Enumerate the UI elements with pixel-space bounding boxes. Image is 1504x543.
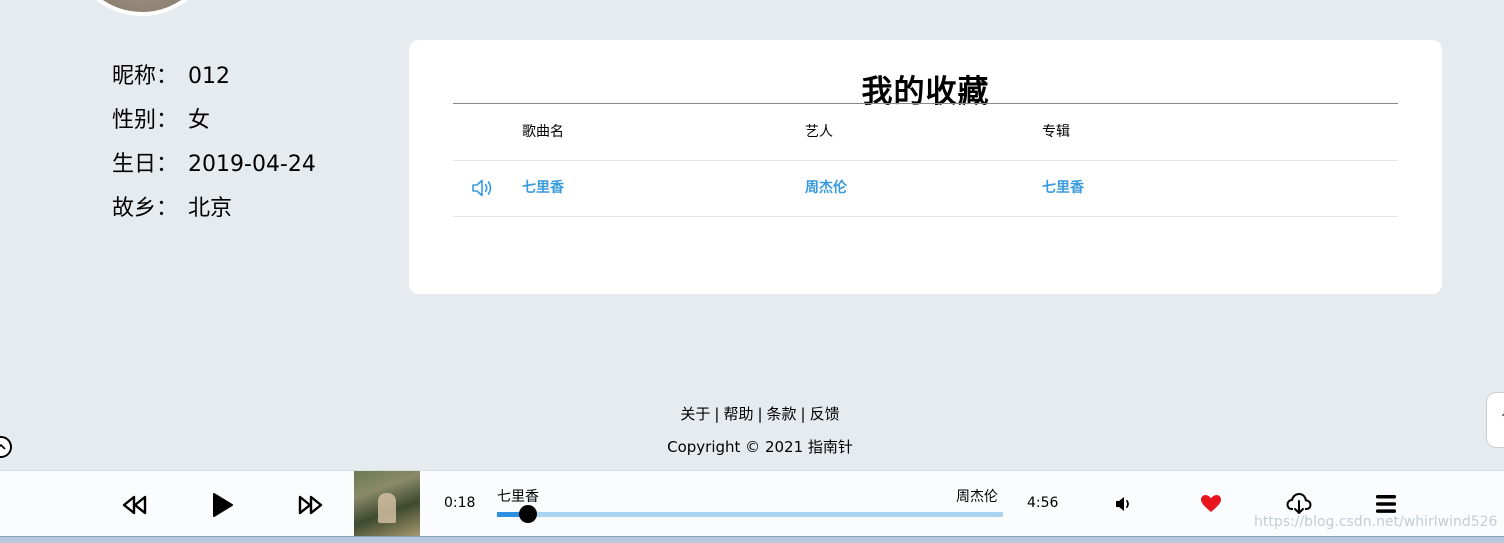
gender-value: 女 bbox=[188, 108, 211, 133]
footer-links: 关于 | 帮助 | 条款 | 反馈 bbox=[0, 404, 1504, 424]
birthday-label: 生日： bbox=[112, 152, 179, 177]
nickname-row: 昵称： 012 bbox=[112, 62, 316, 106]
back-to-top-tab[interactable]: ↑ bbox=[1486, 392, 1504, 448]
footer-separator: | bbox=[714, 405, 720, 423]
watermark: https://blog.csdn.net/whirlwind526 bbox=[1254, 514, 1498, 530]
song-name-link[interactable]: 七里香 bbox=[522, 161, 564, 215]
progress-bar[interactable] bbox=[497, 505, 1003, 523]
footer-link-help[interactable]: 帮助 bbox=[723, 405, 753, 423]
hometown-value: 北京 bbox=[188, 196, 233, 221]
fast-forward-icon[interactable] bbox=[295, 491, 325, 519]
profile-info: 昵称： 012 性别： 女 生日： 2019-04-24 故乡： 北京 bbox=[112, 62, 316, 238]
album-cover[interactable] bbox=[354, 471, 420, 537]
gender-row: 性别： 女 bbox=[112, 106, 316, 150]
play-icon[interactable] bbox=[208, 491, 238, 519]
footer-separator: | bbox=[757, 405, 763, 423]
birthday-value: 2019-04-24 bbox=[188, 152, 316, 177]
album-link[interactable]: 七里香 bbox=[1042, 161, 1084, 215]
heart-icon[interactable] bbox=[1200, 494, 1222, 518]
column-song: 歌曲名 bbox=[522, 124, 564, 140]
nickname-label: 昵称： bbox=[112, 64, 179, 89]
volume-icon[interactable] bbox=[1114, 495, 1134, 517]
track-artist: 周杰伦 bbox=[956, 489, 998, 505]
nickname-value: 012 bbox=[188, 64, 231, 89]
arrow-up-icon: ↑ bbox=[1499, 411, 1504, 427]
speaker-icon[interactable] bbox=[471, 178, 495, 198]
copyright: Copyright © 2021 指南针 bbox=[667, 438, 853, 456]
progress-handle[interactable] bbox=[518, 505, 537, 523]
track-title: 七里香 bbox=[497, 489, 539, 505]
hometown-row: 故乡： 北京 bbox=[112, 194, 316, 238]
artist-link[interactable]: 周杰伦 bbox=[805, 161, 847, 215]
duration: 4:56 bbox=[1027, 495, 1059, 511]
column-artist: 艺人 bbox=[805, 124, 833, 140]
column-album: 专辑 bbox=[1042, 124, 1070, 140]
favorites-card: 我的收藏 歌曲名 艺人 专辑 七里香 周杰伦 七里香 bbox=[409, 40, 1442, 294]
rewind-icon[interactable] bbox=[120, 491, 150, 519]
footer-link-about[interactable]: 关于 bbox=[680, 405, 710, 423]
table-row[interactable]: 七里香 周杰伦 七里香 bbox=[453, 161, 1398, 217]
hometown-label: 故乡： bbox=[112, 196, 179, 221]
favorites-table-header: 歌曲名 艺人 专辑 bbox=[453, 104, 1398, 161]
footer-link-terms[interactable]: 条款 bbox=[767, 405, 797, 423]
footer-separator: | bbox=[800, 405, 806, 423]
gender-label: 性别： bbox=[112, 108, 179, 133]
footer-link-feedback[interactable]: 反馈 bbox=[810, 405, 840, 423]
birthday-row: 生日： 2019-04-24 bbox=[112, 150, 316, 194]
avatar bbox=[68, 0, 216, 16]
current-time: 0:18 bbox=[444, 495, 476, 511]
